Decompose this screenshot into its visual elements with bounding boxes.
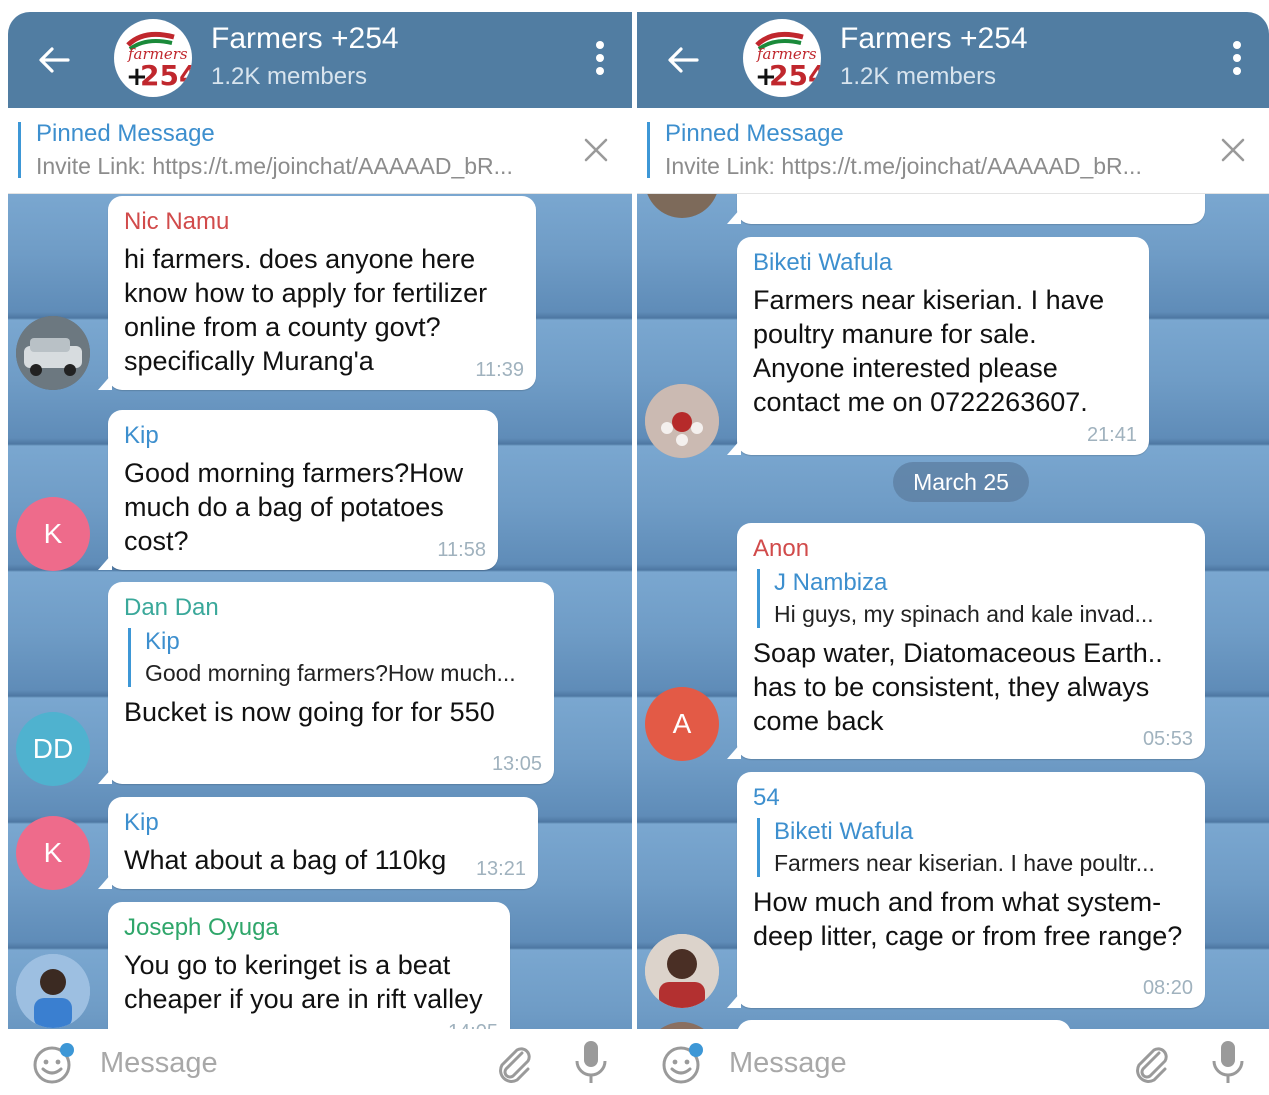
date-separator: March 25 (893, 462, 1029, 502)
chat-panel-right: farmers + 254 Farmers +254 1.2K members … (637, 12, 1269, 1095)
message-text: Good morning farmers?How much do a bag o… (124, 458, 464, 556)
avatar[interactable]: K (16, 816, 90, 890)
sender-name[interactable]: Kip (124, 422, 482, 450)
chat-panel-left: farmers + 254 Farmers +254 1.2K members … (8, 12, 632, 1095)
sender-name[interactable]: Biketi Wafula (753, 249, 1133, 277)
close-icon[interactable] (1217, 134, 1249, 166)
back-arrow-icon[interactable] (34, 40, 74, 80)
pinned-text: Invite Link: https://t.me/joinchat/AAAAA… (665, 153, 1142, 179)
microphone-icon[interactable] (572, 1039, 610, 1087)
reply-quote[interactable]: J Nambiza Hi guys, my spinach and kale i… (757, 569, 1189, 628)
more-options-icon[interactable] (590, 38, 610, 82)
svg-text:254: 254 (769, 59, 821, 92)
message-text: Soap water, Diatomaceous Earth.. has to … (753, 638, 1163, 736)
message-bubble[interactable]: Kip Good morning farmers?How much do a b… (98, 410, 498, 570)
reply-sender: Kip (145, 628, 180, 655)
attach-icon[interactable] (1129, 1041, 1173, 1085)
group-logo[interactable]: farmers + 254 (114, 19, 192, 97)
message-time: 11:39 (475, 359, 524, 381)
chat-header: farmers + 254 Farmers +254 1.2K members (637, 12, 1269, 108)
message-bubble[interactable]: Anon J Nambiza Hi guys, my spinach and k… (727, 523, 1205, 759)
avatar[interactable] (16, 954, 90, 1028)
message-bubble-partial[interactable] (737, 1020, 1071, 1029)
group-title[interactable]: Farmers +254 (840, 22, 1028, 56)
group-logo[interactable]: farmers + 254 (743, 19, 821, 97)
message-list[interactable]: Nic Namu hi farmers. does anyone here kn… (8, 194, 632, 1029)
sender-name[interactable]: 54 (753, 784, 1189, 812)
reply-sender: Biketi Wafula (774, 818, 914, 845)
back-arrow-icon[interactable] (663, 40, 703, 80)
sender-name[interactable]: Dan Dan (124, 594, 538, 622)
message-time: 14:05 (448, 1021, 498, 1029)
avatar[interactable]: A (645, 687, 719, 761)
message-text: Bucket is now going for for 550 (124, 697, 495, 727)
pinned-title: Pinned Message (36, 120, 215, 147)
emoji-icon[interactable] (659, 1041, 705, 1087)
pinned-title: Pinned Message (665, 120, 844, 147)
sender-name[interactable]: Kip (124, 809, 522, 837)
message-time: 13:05 (491, 753, 542, 775)
reply-quote[interactable]: Kip Good morning farmers?How much... (128, 628, 538, 687)
member-count: 1.2K members (211, 63, 368, 90)
sender-name[interactable]: Joseph Oyuga (124, 914, 494, 942)
chat-header: farmers + 254 Farmers +254 1.2K members (8, 12, 632, 108)
emoji-icon[interactable] (30, 1041, 76, 1087)
svg-text:254: 254 (140, 59, 192, 92)
pinned-accent-bar (18, 122, 21, 178)
avatar[interactable] (16, 316, 90, 390)
message-time: 11:58 (437, 539, 486, 561)
message-time: 05:53 (1142, 728, 1193, 750)
member-count: 1.2K members (840, 63, 997, 90)
avatar[interactable] (645, 384, 719, 458)
avatar[interactable] (645, 934, 719, 1008)
sender-name[interactable]: Nic Namu (124, 208, 520, 236)
avatar[interactable] (645, 1022, 719, 1029)
sender-name[interactable]: Anon (753, 535, 1189, 563)
message-bubble[interactable]: Joseph Oyuga You go to keringet is a bea… (108, 902, 510, 1029)
message-list[interactable]: Biketi Wafula Farmers near kiserian. I h… (637, 194, 1269, 1029)
message-text: Farmers near kiserian. I have poultry ma… (753, 285, 1105, 417)
reply-text: Farmers near kiserian. I have poultr... (774, 850, 1155, 876)
message-bubble-partial[interactable] (727, 194, 1205, 224)
message-input[interactable] (729, 1043, 1089, 1083)
message-text: You go to keringet is a beat cheaper if … (124, 950, 483, 1014)
pinned-accent-bar (647, 122, 650, 178)
message-bubble[interactable]: Biketi Wafula Farmers near kiserian. I h… (727, 237, 1149, 455)
message-time: 13:21 (475, 858, 526, 880)
message-text: What about a bag of 110kg (124, 845, 447, 875)
message-input[interactable] (100, 1043, 460, 1083)
avatar[interactable]: K (16, 497, 90, 571)
attach-icon[interactable] (492, 1041, 536, 1085)
microphone-icon[interactable] (1209, 1039, 1247, 1087)
reply-sender: J Nambiza (774, 569, 888, 596)
pinned-text: Invite Link: https://t.me/joinchat/AAAAA… (36, 153, 513, 179)
close-icon[interactable] (580, 134, 612, 166)
avatar[interactable]: DD (16, 712, 90, 786)
message-bubble[interactable]: Nic Namu hi farmers. does anyone here kn… (98, 196, 536, 390)
reply-text: Hi guys, my spinach and kale invad... (774, 601, 1154, 627)
message-text: hi farmers. does anyone here know how to… (124, 244, 488, 376)
message-bubble[interactable]: Kip What about a bag of 110kg 13:21 (98, 797, 538, 889)
message-bubble[interactable]: Dan Dan Kip Good morning farmers?How muc… (98, 582, 554, 784)
message-bubble[interactable]: 54 Biketi Wafula Farmers near kiserian. … (727, 772, 1205, 1008)
reply-quote[interactable]: Biketi Wafula Farmers near kiserian. I h… (757, 818, 1189, 877)
group-title[interactable]: Farmers +254 (211, 22, 399, 56)
more-options-icon[interactable] (1227, 38, 1247, 82)
pinned-message-bar[interactable]: Pinned Message Invite Link: https://t.me… (637, 108, 1269, 194)
pinned-message-bar[interactable]: Pinned Message Invite Link: https://t.me… (8, 108, 632, 194)
reply-text: Good morning farmers?How much... (145, 660, 516, 686)
message-time: 08:20 (1142, 977, 1193, 999)
composer (8, 1029, 632, 1095)
composer (637, 1029, 1269, 1095)
message-time: 21:41 (1086, 424, 1137, 446)
message-text: How much and from what system- deep litt… (753, 887, 1183, 951)
avatar[interactable] (645, 194, 719, 218)
